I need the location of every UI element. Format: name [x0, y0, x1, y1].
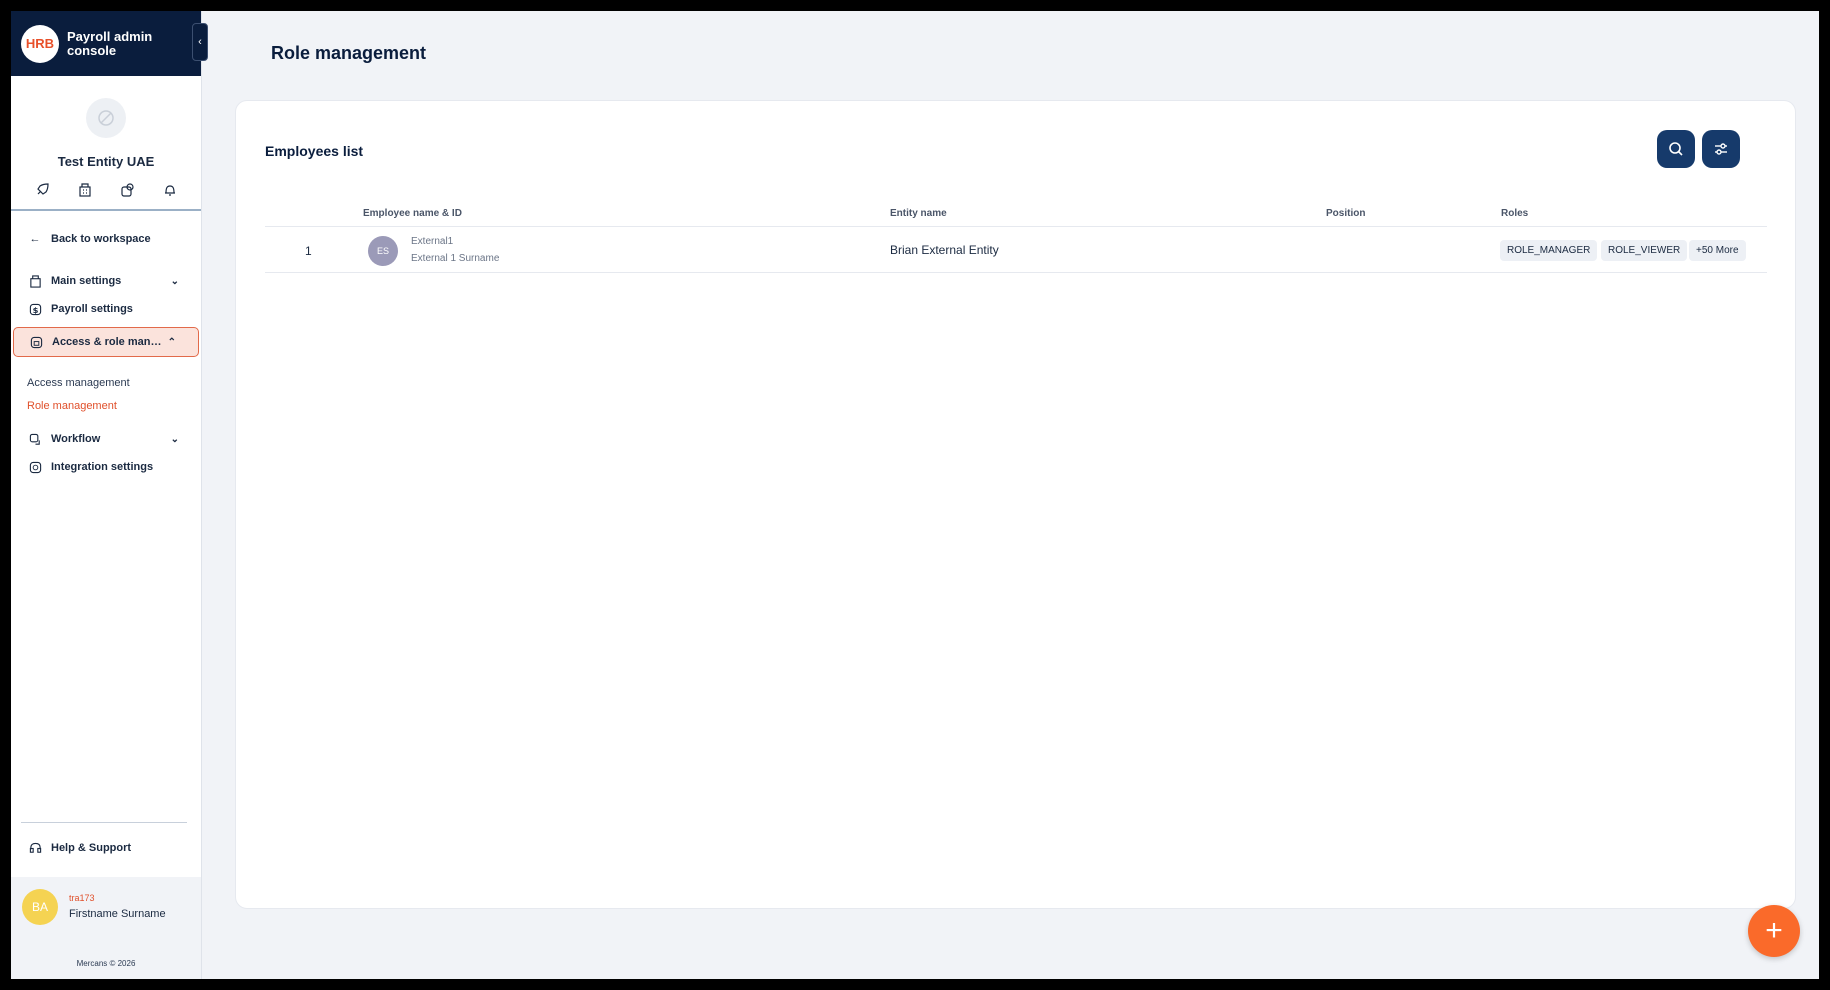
sidebar-item-integration-settings[interactable]: Integration settings — [11, 453, 201, 481]
sidebar-item-payroll-settings[interactable]: $ Payroll settings — [11, 295, 201, 323]
access-submenu: Access management Role management — [11, 361, 201, 425]
avatar: ES — [368, 236, 398, 266]
card-title: Employees list — [265, 143, 364, 159]
building-icon — [27, 273, 43, 289]
svg-text:$: $ — [32, 304, 38, 314]
role-tag: ROLE_VIEWER — [1601, 240, 1688, 261]
badge-icon[interactable] — [118, 181, 136, 199]
employee-name: External 1 Surname — [411, 253, 500, 264]
brand-header: HRB Payroll admin console — [11, 11, 201, 76]
chevron-left-icon: ‹ — [198, 36, 202, 48]
headset-icon — [27, 840, 43, 856]
filter-button[interactable] — [1702, 130, 1740, 168]
help-label: Help & Support — [51, 842, 132, 854]
chevron-up-icon: ⌃ — [167, 336, 176, 348]
integration-icon — [27, 459, 43, 475]
col-entity[interactable]: Entity name — [890, 208, 947, 219]
bell-icon[interactable] — [161, 181, 179, 199]
divider — [21, 822, 187, 823]
row-number: 1 — [305, 244, 312, 258]
sidebar-item-access-role[interactable]: Access & role management ⌃ — [13, 327, 199, 357]
employees-card: Employees list Employee name & ID Entity… — [235, 100, 1796, 909]
copyright: Mercans © 2026 — [76, 959, 136, 968]
sidebar-subitem-access-management[interactable]: Access management — [11, 371, 201, 394]
chevron-down-icon: ⌄ — [170, 275, 179, 287]
chevron-down-icon: ⌄ — [170, 433, 179, 445]
sidebar-item-label: Access & role management — [52, 336, 162, 348]
app-window: HRB Payroll admin console Test Entity UA… — [11, 11, 1819, 979]
sidebar-item-main-settings[interactable]: Main settings ⌄ — [11, 267, 201, 295]
sidebar-item-label: Workflow — [51, 433, 101, 445]
quick-actions — [11, 169, 201, 211]
help-support-link[interactable]: Help & Support — [11, 834, 201, 862]
sidebar-subitem-role-management[interactable]: Role management — [11, 394, 201, 417]
col-position[interactable]: Position — [1326, 208, 1365, 219]
entity-logo-icon[interactable] — [86, 98, 126, 138]
lock-icon — [28, 334, 44, 350]
sidebar-nav: ← Back to workspace Main settings ⌄ $ Pa… — [11, 211, 201, 481]
table-row[interactable]: 1 ES External1 External 1 Surname Brian … — [265, 227, 1767, 273]
arrow-left-icon: ← — [29, 233, 41, 245]
sidebar-item-label: Payroll settings — [51, 303, 133, 315]
sliders-icon — [1715, 143, 1727, 155]
sidebar-item-label: Main settings — [51, 275, 122, 287]
col-employee[interactable]: Employee name & ID — [363, 208, 462, 219]
search-button[interactable] — [1657, 130, 1695, 168]
back-to-workspace-link[interactable]: ← Back to workspace — [11, 225, 201, 253]
sidebar-item-workflow[interactable]: Workflow ⌄ — [11, 425, 201, 453]
sidebar: HRB Payroll admin console Test Entity UA… — [11, 11, 202, 979]
collapse-sidebar-button[interactable]: ‹ — [192, 23, 208, 61]
avatar: BA — [22, 889, 58, 925]
entity-block: Test Entity UAE — [11, 76, 201, 169]
employee-id: External1 — [411, 236, 454, 247]
sidebar-item-label: Integration settings — [51, 461, 154, 473]
table-header: Employee name & ID Entity name Position … — [265, 203, 1767, 227]
search-icon — [1669, 142, 1683, 156]
page-title: Role management — [271, 43, 427, 63]
rocket-icon[interactable] — [33, 181, 51, 199]
building-icon[interactable] — [76, 181, 94, 199]
user-name: Firstname Surname — [69, 908, 166, 920]
col-roles[interactable]: Roles — [1501, 208, 1528, 219]
user-id: tra173 — [69, 893, 95, 903]
entity-name: Test Entity UAE — [57, 154, 155, 169]
role-tag: ROLE_MANAGER — [1500, 240, 1598, 261]
add-button[interactable]: + — [1748, 905, 1800, 957]
workflow-icon — [27, 431, 43, 447]
dollar-doc-icon: $ — [27, 301, 43, 317]
employees-table: Employee name & ID Entity name Position … — [265, 203, 1767, 273]
brand-title: Payroll admin console — [67, 28, 153, 58]
back-label: Back to workspace — [51, 233, 151, 245]
user-profile[interactable]: BA tra173 Firstname Surname Mercans © 20… — [11, 877, 201, 979]
entity-name-cell: Brian External Entity — [890, 243, 999, 257]
brand-logo: HRB — [21, 24, 59, 63]
plus-icon: + — [1765, 914, 1783, 947]
more-roles-tag[interactable]: +50 More — [1689, 240, 1746, 261]
